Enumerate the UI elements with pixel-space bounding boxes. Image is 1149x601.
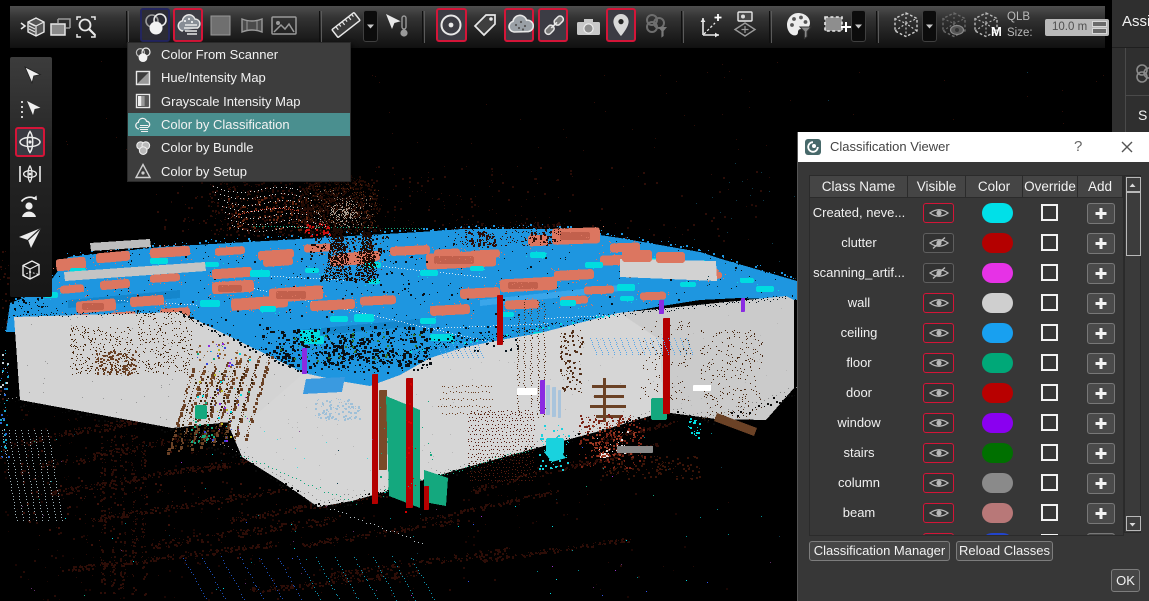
svg-text:M: M (991, 24, 1002, 39)
